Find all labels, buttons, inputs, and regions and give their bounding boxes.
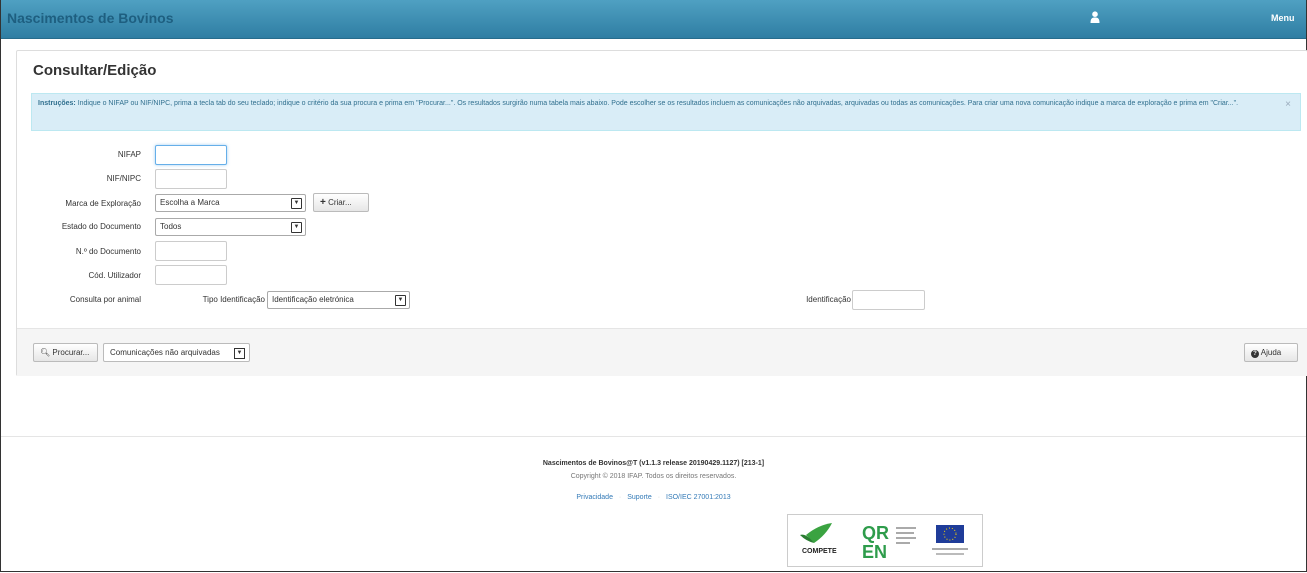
procurar-button-label: Procurar... [52,348,90,357]
actions-bar: 🔍︎ Procurar... Comunicações não arquivad… [17,328,1307,376]
tipo-identificacao-label: Tipo Identificação [202,295,265,304]
help-icon: ? [1251,350,1259,358]
qren-logo: QR EN [862,523,916,562]
footer-copyright: Copyright © 2018 IFAP. Todos os direitos… [570,473,737,480]
chevron-down-icon: ▼ [234,348,245,359]
close-icon[interactable]: × [1285,99,1291,111]
alert-text: Indique o NIFAP ou NIF/NIPC, prima a tec… [77,100,1239,107]
estado-label: Estado do Documento [61,222,141,231]
ajuda-button[interactable]: ? Ajuda [1244,343,1298,362]
link-suporte[interactable]: Suporte [627,494,652,501]
chevron-down-icon: ▼ [291,198,302,209]
ajuda-button-label: Ajuda [1260,348,1282,357]
n-documento-input[interactable] [155,241,227,261]
criar-button-label: Criar... [328,198,352,207]
chevron-down-icon: ▼ [291,222,302,233]
identificacao-label: Identificação [806,295,851,304]
identificacao-input[interactable] [852,290,925,310]
marca-select-value: Escolha a Marca [160,198,220,207]
chevron-down-icon: ▼ [395,295,406,306]
nifap-input[interactable] [155,145,227,165]
filter-select-value: Comunicações não arquivadas [110,348,220,357]
link-separator: · [618,494,622,501]
funding-logos: COMPETE QR EN [787,514,983,567]
nifap-label: NIFAP [117,150,141,159]
estado-select[interactable]: Todos ▼ [155,218,306,236]
n-documento-label: N.º do Documento [75,247,141,256]
procurar-button[interactable]: 🔍︎ Procurar... [33,343,98,362]
svg-text:EN: EN [862,542,887,562]
svg-text:QR: QR [862,523,889,543]
app-title[interactable]: Nascimentos de Bovinos [7,10,174,26]
cod-utilizador-input[interactable] [155,265,227,285]
filter-select[interactable]: Comunicações não arquivadas ▼ [103,343,250,362]
plus-icon: + [320,197,326,208]
user-icon[interactable] [1090,11,1100,23]
search-panel: Consultar/Edição Instruções: Indique o N… [16,50,1307,376]
top-navbar: Nascimentos de Bovinos Menu [1,0,1306,39]
link-iso[interactable]: ISO/IEC 27001:2013 [666,494,731,501]
footer-version: Nascimentos de Bovinos@T (v1.1.3 release… [542,460,765,467]
estado-select-value: Todos [160,222,182,231]
marca-select[interactable]: Escolha a Marca ▼ [155,194,306,212]
footer-divider [1,436,1306,437]
page-title: Consultar/Edição [33,62,157,79]
nif-nipc-input[interactable] [155,169,227,189]
compete-logo [800,523,832,543]
criar-button[interactable]: + Criar... [313,193,369,212]
link-separator: · [657,494,661,501]
nif-nipc-label: NIF/NIPC [106,174,141,183]
search-icon: 🔍︎ [40,348,51,357]
compete-logo-text: COMPETE [802,548,837,555]
instructions-alert: Instruções: Indique o NIFAP ou NIF/NIPC,… [31,93,1301,131]
tipo-identificacao-select[interactable]: Identificação eletrónica ▼ [267,291,410,309]
consulta-animal-label: Consulta por animal [69,295,141,304]
marca-label: Marca de Exploração [65,199,141,208]
tipo-identificacao-value: Identificação eletrónica [272,295,354,304]
link-privacidade[interactable]: Privacidade [576,494,613,501]
footer-links: Privacidade · Suporte · ISO/IEC 27001:20… [0,494,1307,501]
alert-label: Instruções: [38,100,76,107]
cod-utilizador-label: Cód. Utilizador [88,271,141,280]
eu-flag-logo [932,525,968,555]
menu-button[interactable]: Menu [1271,13,1295,23]
